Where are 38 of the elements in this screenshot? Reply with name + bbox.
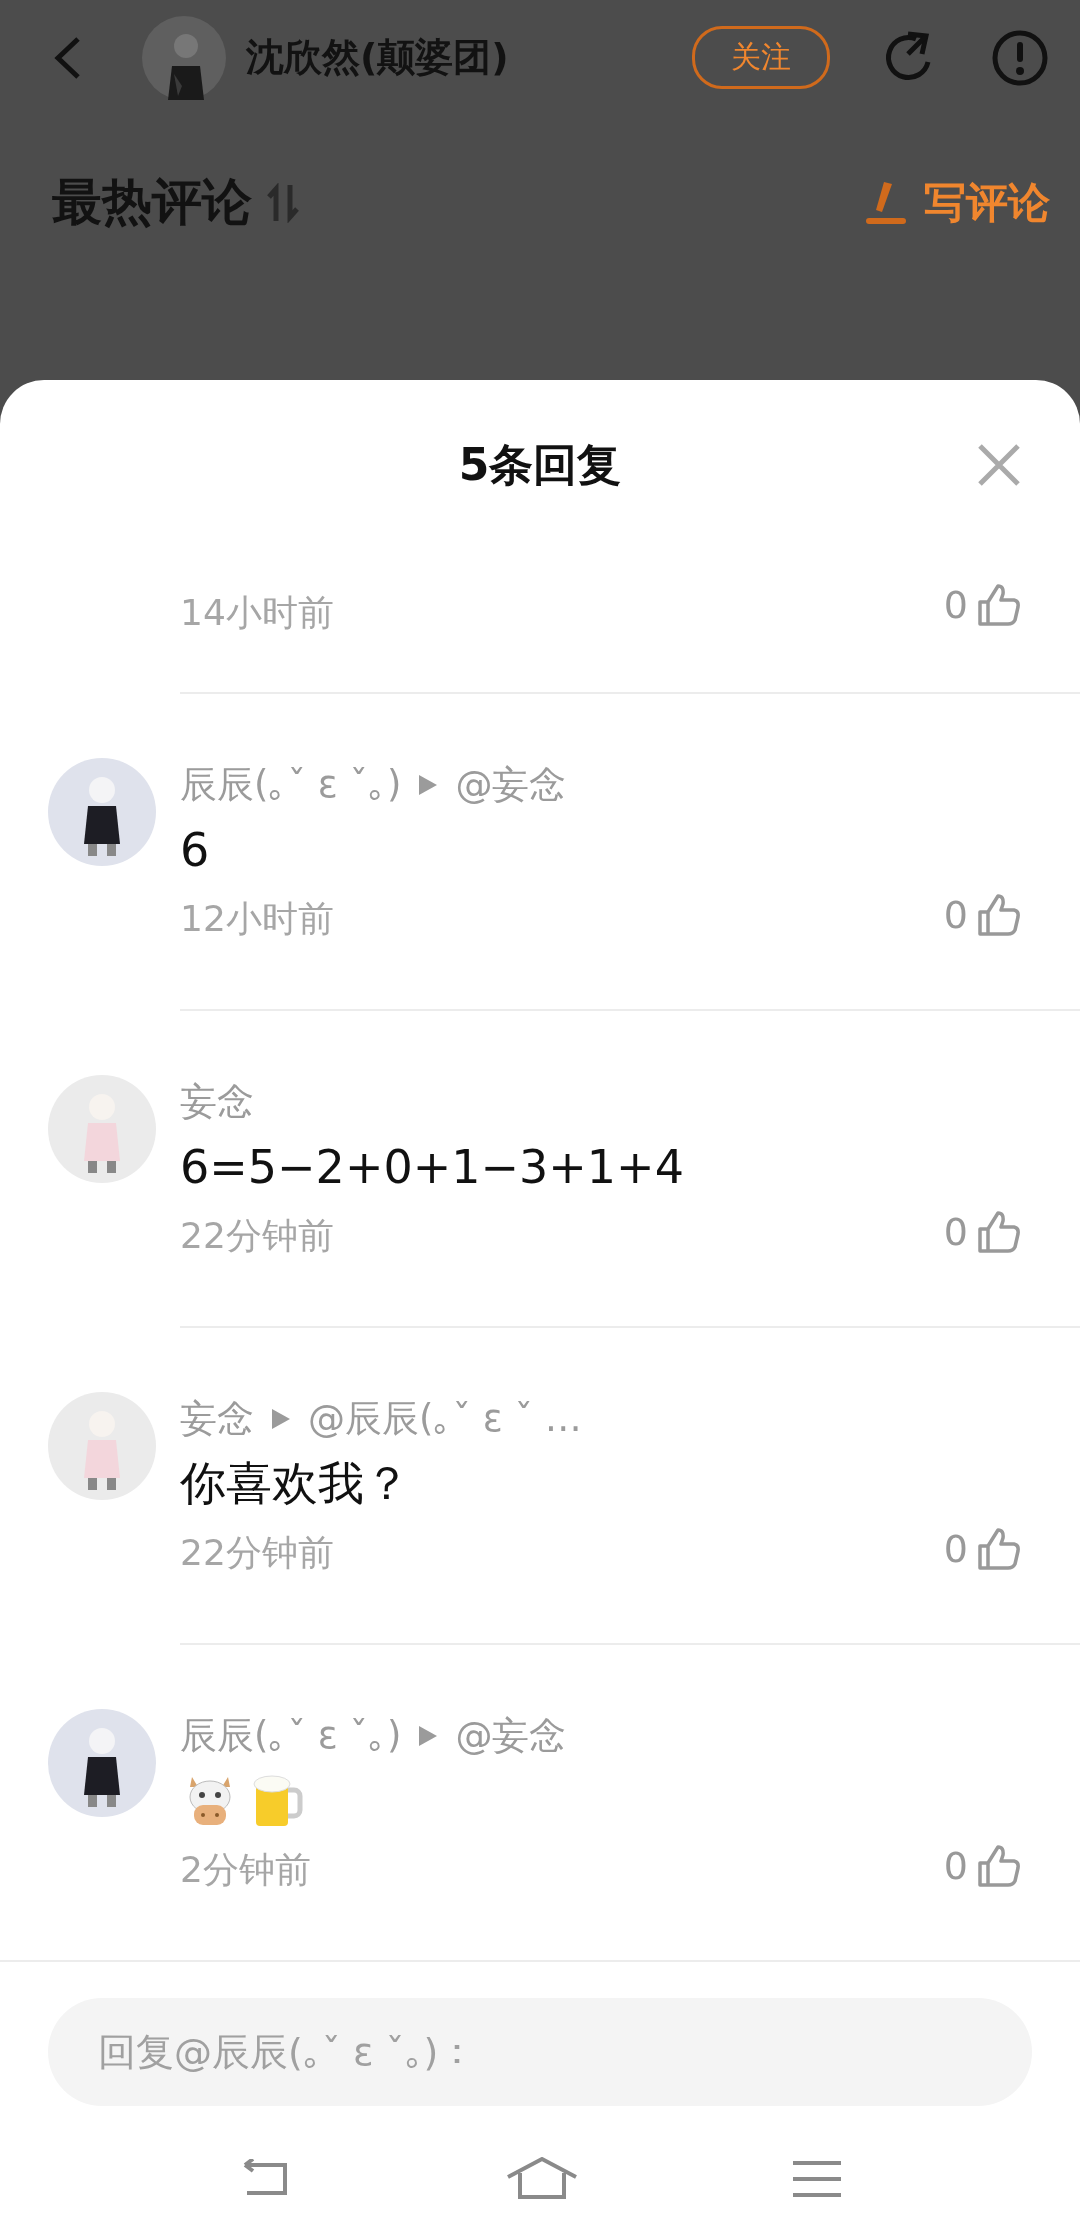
home-nav-icon[interactable] (506, 2157, 578, 2201)
reply-author[interactable]: 辰辰(｡ˇ ε ˇ｡) (180, 760, 402, 810)
reply-text: 6=5−2+0+1−3+1+4 (180, 1139, 685, 1196)
like-button[interactable]: 0 (943, 1209, 1022, 1255)
thumbs-up-icon (976, 582, 1022, 628)
menu-nav-icon[interactable] (791, 2159, 844, 2199)
reply-author[interactable]: 妄念 (180, 1394, 254, 1444)
like-button[interactable]: 0 (943, 582, 1022, 628)
sort-icon[interactable] (266, 182, 302, 223)
avatar[interactable] (48, 758, 156, 866)
play-triangle-icon (270, 1407, 292, 1431)
reply-input-field[interactable]: 回复@辰辰(｡ˇ ε ˇ｡)： (48, 1998, 1032, 2106)
reply-author[interactable]: 妄念 (180, 1077, 254, 1127)
avatar[interactable] (48, 1709, 156, 1817)
thumbs-up-icon (976, 1209, 1022, 1255)
reply-time: 12小时前 (180, 896, 335, 941)
like-button[interactable]: 0 (943, 1526, 1022, 1572)
reply-time: 2分钟前 (180, 1847, 312, 1892)
write-comment-button[interactable]: 写评论 (862, 174, 1050, 231)
reply-text: 你喜欢我？ (180, 1455, 411, 1512)
thumbs-up-icon (976, 1526, 1022, 1572)
sheet-title: 5条回复 (458, 437, 622, 492)
reply-target[interactable]: @辰辰(｡ˇ ε ˇ … (308, 1394, 582, 1444)
follow-button[interactable]: 关注 (692, 26, 830, 89)
reply-text: 6 (180, 822, 211, 879)
close-icon[interactable] (976, 442, 1022, 488)
section-title: 最热评论 (52, 172, 252, 233)
reply-time: 22分钟前 (180, 1213, 335, 1258)
thumbs-up-icon (976, 1843, 1022, 1889)
reply-target[interactable]: @妄念 (455, 760, 567, 810)
reply-target[interactable]: @妄念 (455, 1711, 567, 1761)
like-button[interactable]: 0 (943, 892, 1022, 938)
reply-time: 22分钟前 (180, 1530, 335, 1575)
reply-author[interactable]: 辰辰(｡ˇ ε ˇ｡) (180, 1711, 402, 1761)
reply-time: 14小时前 (180, 590, 335, 635)
thumbs-up-icon (976, 892, 1022, 938)
like-button[interactable]: 0 (943, 1843, 1022, 1889)
author-name: 沈欣然(颠婆团) (246, 34, 510, 81)
